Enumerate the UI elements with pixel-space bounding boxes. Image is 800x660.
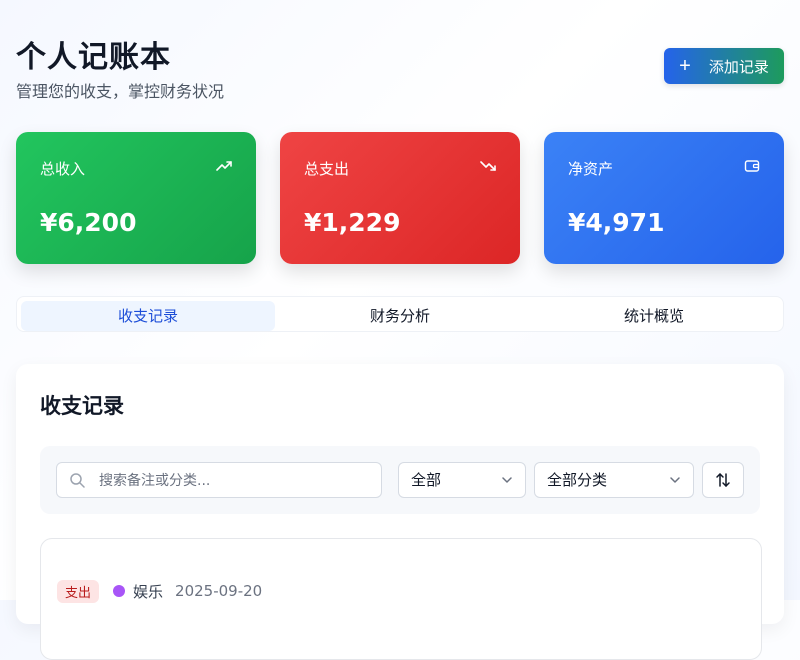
net-assets-label: 净资产 xyxy=(568,160,614,178)
income-value: ¥6,200 xyxy=(40,208,137,237)
expense-value: ¥1,229 xyxy=(304,208,401,237)
income-label: 总收入 xyxy=(40,160,86,178)
chevron-down-icon xyxy=(502,477,512,483)
page-subtitle: 管理您的收支，掌控财务状况 xyxy=(16,82,225,101)
tab-bar: 收支记录 财务分析 统计概览 xyxy=(16,296,784,332)
search-box[interactable] xyxy=(56,462,382,499)
trending-up-icon xyxy=(216,161,232,171)
expense-label: 总支出 xyxy=(304,160,350,178)
expense-card: 总支出 ¥1,229 xyxy=(280,132,520,264)
sort-button[interactable] xyxy=(702,462,744,498)
type-filter-select[interactable]: 全部 xyxy=(398,462,526,498)
search-input[interactable] xyxy=(97,463,371,499)
tab-records[interactable]: 收支记录 xyxy=(21,301,275,331)
net-assets-value: ¥4,971 xyxy=(568,208,665,237)
category-filter-value: 全部分类 xyxy=(547,471,608,489)
income-card: 总收入 ¥6,200 xyxy=(16,132,256,264)
category-color-dot xyxy=(113,585,126,597)
record-date: 2025-09-20 xyxy=(175,582,263,600)
records-panel: 收支记录 全部 全部分类 xyxy=(16,364,784,660)
chevron-down-icon xyxy=(670,477,680,483)
sort-icon xyxy=(716,473,730,487)
record-category: 娱乐 xyxy=(133,582,164,601)
records-list: 支出 娱乐 2025-09-20 xyxy=(40,538,762,660)
trending-down-icon xyxy=(480,161,496,171)
record-type-badge: 支出 xyxy=(57,579,100,603)
list-item[interactable]: 支出 娱乐 2025-09-20 xyxy=(57,579,737,603)
wallet-icon xyxy=(744,160,760,172)
plus-icon: + xyxy=(679,55,691,77)
type-filter-value: 全部 xyxy=(411,471,442,489)
add-record-button[interactable]: + 添加记录 xyxy=(664,48,784,84)
net-assets-card: 净资产 ¥4,971 xyxy=(544,132,784,264)
search-icon xyxy=(70,473,85,488)
category-filter-select[interactable]: 全部分类 xyxy=(534,462,694,498)
tab-analysis[interactable]: 财务分析 xyxy=(273,301,527,331)
records-title: 收支记录 xyxy=(40,394,124,418)
filter-bar: 全部 全部分类 xyxy=(40,446,760,514)
tab-overview[interactable]: 统计概览 xyxy=(527,301,781,331)
page-title: 个人记账本 xyxy=(16,40,171,75)
add-record-label: 添加记录 xyxy=(708,58,769,76)
